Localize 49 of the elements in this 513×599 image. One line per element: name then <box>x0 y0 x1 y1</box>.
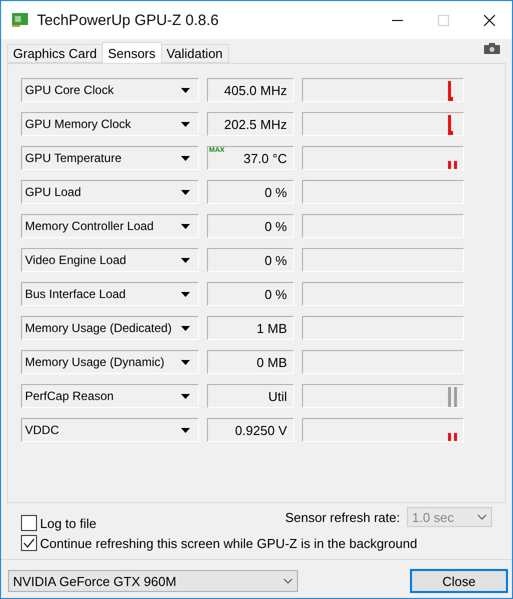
sensor-value: 1 MB <box>207 316 294 340</box>
checkbox[interactable] <box>21 515 37 531</box>
sensor-select[interactable]: Bus Interface Load <box>21 282 199 306</box>
sensor-value: 0.9250 V <box>207 418 294 442</box>
sensor-select[interactable]: Memory Usage (Dedicated) <box>21 316 199 340</box>
tab[interactable]: Validation <box>160 44 229 63</box>
sensor-value: 0 % <box>207 214 294 238</box>
window-title: TechPowerUp GPU-Z 0.8.6 <box>37 12 220 28</box>
dropdown-caret-icon <box>181 292 190 296</box>
gpu-select[interactable]: NVIDIA GeForce GTX 960M <box>8 570 298 592</box>
dropdown-caret-icon <box>181 190 190 194</box>
refresh-rate-label: Sensor refresh rate: <box>285 510 400 524</box>
dropdown-caret-icon <box>181 360 190 364</box>
dropdown-caret-icon <box>181 224 190 228</box>
dropdown-caret-icon <box>181 88 190 92</box>
checkbox[interactable] <box>21 535 37 551</box>
checkbox-label: Continue refreshing this screen while GPU-Z is in the background <box>40 536 418 550</box>
dropdown-caret-icon <box>181 394 190 398</box>
sensor-value: 0 % <box>207 282 294 306</box>
sensor-select[interactable]: VDDC <box>21 418 199 442</box>
sensor-select[interactable]: GPU Load <box>21 180 199 204</box>
sensor-value: Util <box>207 384 294 408</box>
chevron-icon <box>283 578 293 584</box>
close-icon <box>484 14 494 26</box>
graphics-card-icon <box>11 12 29 28</box>
sensor-select[interactable]: Memory Usage (Dynamic) <box>21 350 199 374</box>
tab[interactable]: Sensors <box>102 42 162 63</box>
sensor-select[interactable]: GPU Memory Clock <box>21 112 199 136</box>
checkbox-label: Log to file <box>40 516 96 530</box>
sensor-value: 202.5 MHz <box>207 112 294 136</box>
maximize-icon <box>438 14 448 26</box>
sensor-select[interactable]: Video Engine Load <box>21 248 199 272</box>
sensor-select[interactable]: Memory Controller Load <box>21 214 199 238</box>
sensor-value: 0 % <box>207 180 294 204</box>
close-button[interactable]: Close <box>410 569 508 593</box>
dropdown-caret-icon <box>181 326 190 330</box>
dropdown-caret-icon <box>181 258 190 262</box>
sensor-value: 0 % <box>207 248 294 272</box>
dropdown-caret-icon <box>181 428 190 432</box>
sensor-select[interactable]: GPU Core Clock <box>21 78 199 102</box>
sensor-value: 0 MB <box>207 350 294 374</box>
dropdown-caret-icon <box>181 122 190 126</box>
chevron-icon <box>477 514 487 520</box>
dropdown-caret-icon <box>181 156 190 160</box>
sensor-select[interactable]: GPU Temperature <box>21 146 199 170</box>
sensor-select[interactable]: PerfCap Reason <box>21 384 199 408</box>
camera-icon[interactable] <box>484 43 500 54</box>
tab[interactable]: Graphics Card <box>7 44 103 63</box>
sensor-value: 405.0 MHz <box>207 78 294 102</box>
